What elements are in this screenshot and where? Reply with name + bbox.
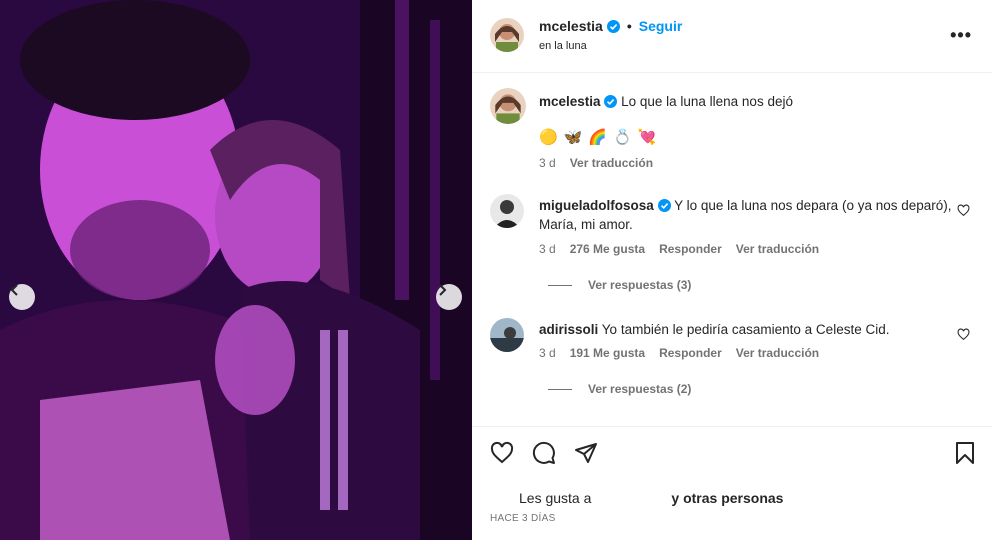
comment-text: Yo también le pediría casamiento a Celes… [601, 322, 890, 337]
like-heart-icon[interactable] [490, 441, 514, 465]
view-replies-label: Ver respuestas (2) [588, 382, 692, 396]
caption-time[interactable]: 3 d [539, 156, 556, 170]
view-replies-button[interactable]: Ver respuestas (2) [548, 382, 691, 396]
caption-meta: 3 d Ver traducción [539, 156, 653, 170]
action-bar: Les gusta a y otras personas HACE 3 DÍAS [472, 426, 992, 540]
next-photo-button[interactable] [436, 284, 462, 310]
likes-prefix: Les gusta a [519, 490, 592, 506]
caption-text-line: mcelestia Lo que la luna llena nos dejó [539, 92, 959, 111]
comment-time[interactable]: 3 d [539, 242, 556, 256]
caption-emojis: 🟡🦋🌈💍💘 [539, 129, 663, 146]
comment-text-line: migueladolfososa Y lo que la luna nos de… [539, 196, 959, 234]
comment-username[interactable]: migueladolfososa [539, 198, 654, 213]
more-icon[interactable]: ••• [950, 25, 972, 46]
likes-summary: Les gusta a y otras personas [519, 490, 783, 506]
caption-avatar[interactable] [490, 88, 526, 124]
post-photo [0, 0, 472, 540]
caption-username[interactable]: mcelestia [539, 94, 601, 109]
bookmark-icon[interactable] [954, 441, 976, 465]
comment-meta: 3 d 276 Me gusta Responder Ver traducció… [539, 242, 819, 256]
post-header: mcelestia • Seguir en la luna ••• [472, 0, 992, 73]
caption: mcelestia Lo que la luna llena nos dejó … [490, 88, 970, 178]
author-username[interactable]: mcelestia [539, 18, 603, 34]
comment-icon[interactable] [532, 441, 556, 465]
comment-username[interactable]: adirissoli [539, 322, 598, 337]
header-user: mcelestia • Seguir [539, 18, 682, 34]
comment-text-line: adirissoli Yo también le pediría casamie… [539, 320, 959, 339]
heart-icon[interactable] [957, 328, 970, 341]
translate-link[interactable]: Ver traducción [736, 346, 819, 360]
verified-icon [606, 19, 620, 33]
replies-divider [548, 388, 572, 390]
share-icon[interactable] [574, 441, 598, 465]
commenter-avatar[interactable] [490, 194, 524, 228]
author-avatar[interactable] [490, 18, 524, 52]
post-timestamp[interactable]: HACE 3 DÍAS [490, 513, 556, 524]
comment-time[interactable]: 3 d [539, 346, 556, 360]
comment-likes[interactable]: 191 Me gusta [570, 346, 645, 360]
previous-photo-button[interactable] [9, 284, 35, 310]
replies-divider [548, 284, 572, 286]
caption-translate-link[interactable]: Ver traducción [570, 156, 653, 170]
view-replies-label: Ver respuestas (3) [588, 278, 692, 292]
post-location[interactable]: en la luna [539, 40, 587, 52]
comment-likes[interactable]: 276 Me gusta [570, 242, 645, 256]
follow-button[interactable]: Seguir [639, 18, 683, 34]
comment-meta: 3 d 191 Me gusta Responder Ver traducció… [539, 346, 819, 360]
heart-icon[interactable] [957, 204, 970, 217]
comment-item: adirissoli Yo también le pediría casamie… [490, 318, 970, 418]
comments-list[interactable]: mcelestia Lo que la luna llena nos dejó … [472, 74, 992, 424]
caption-text: Lo que la luna llena nos dejó [621, 94, 793, 109]
comment-item: migueladolfososa Y lo que la luna nos de… [490, 194, 970, 294]
commenter-avatar[interactable] [490, 318, 524, 352]
chevron-left-icon [10, 284, 18, 296]
reply-button[interactable]: Responder [659, 346, 722, 360]
photo-illustration [0, 0, 472, 540]
likes-others-link[interactable]: y otras personas [671, 490, 783, 506]
chevron-right-icon [439, 284, 447, 296]
reply-button[interactable]: Responder [659, 242, 722, 256]
translate-link[interactable]: Ver traducción [736, 242, 819, 256]
verified-icon [604, 95, 618, 108]
view-replies-button[interactable]: Ver respuestas (3) [548, 278, 691, 292]
verified-icon [657, 199, 671, 212]
post-sidebar: mcelestia • Seguir en la luna ••• mceles… [472, 0, 992, 540]
separator-dot: • [626, 18, 632, 34]
